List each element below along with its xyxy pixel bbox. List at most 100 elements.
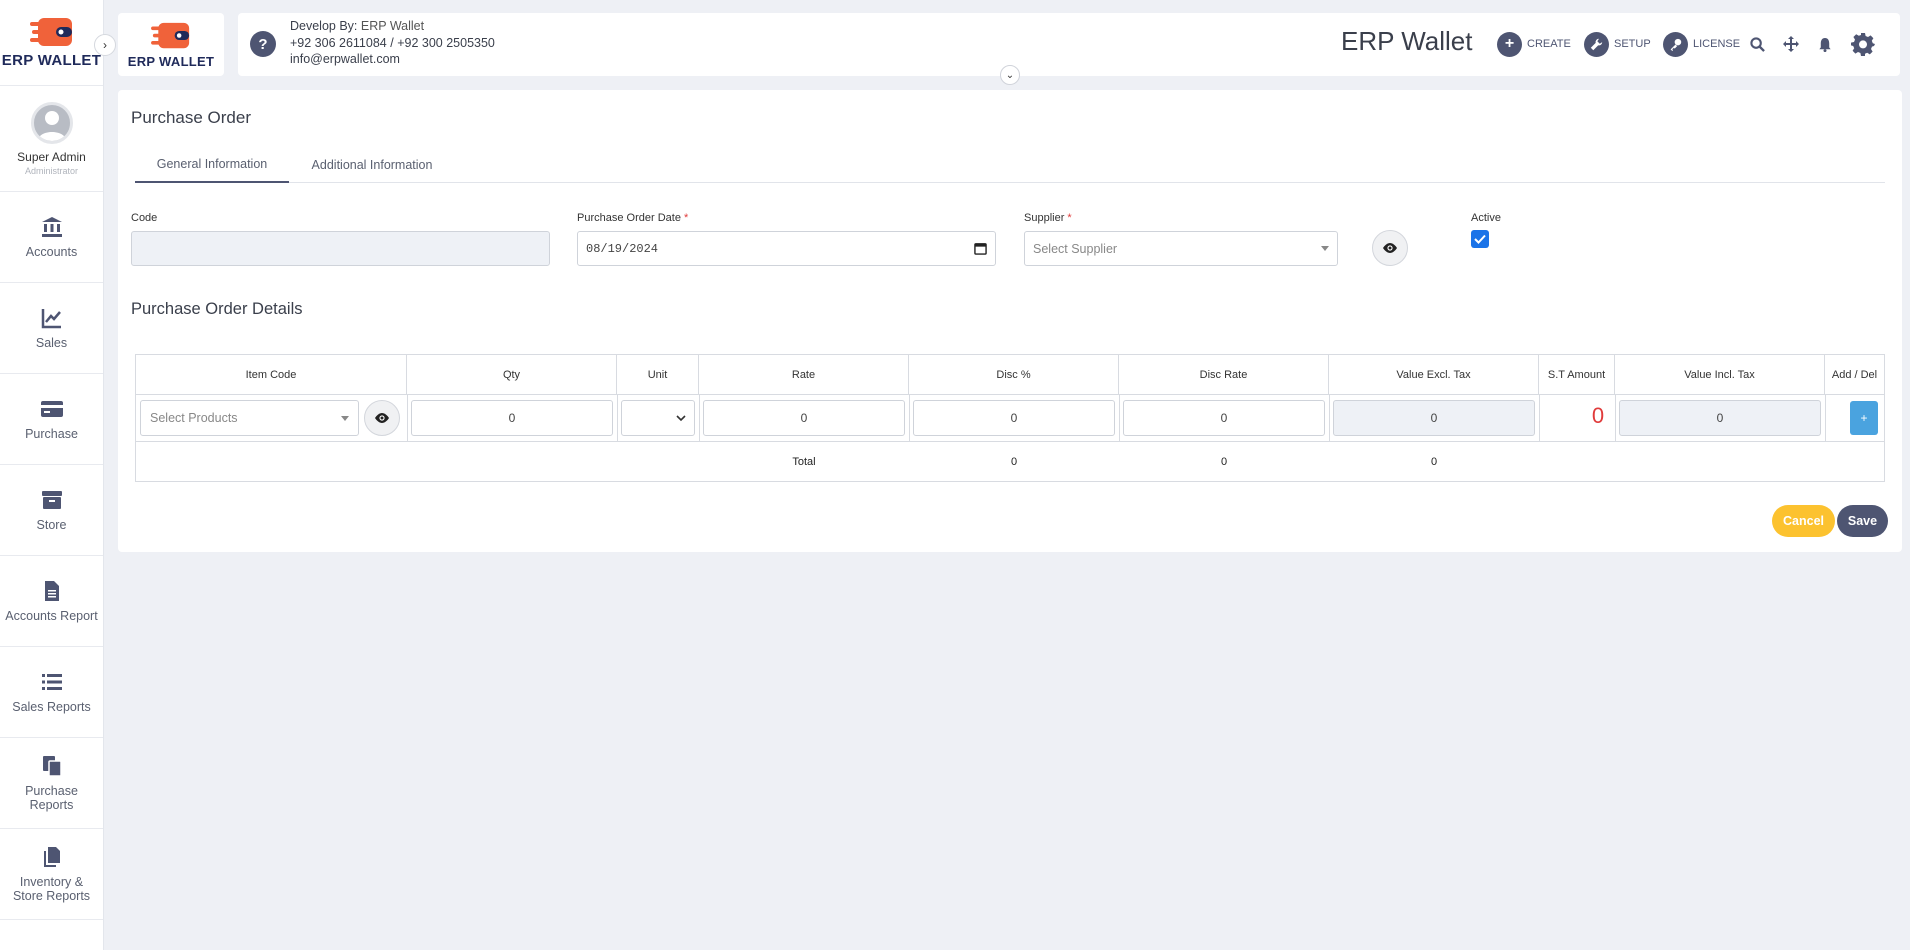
date-value: 08/19/2024 xyxy=(586,241,659,256)
disc-pct-input[interactable]: 0 xyxy=(913,400,1115,436)
sidebar-item-accounts[interactable]: Accounts xyxy=(0,192,103,283)
purchase-order-date-label: Purchase Order Date * xyxy=(577,212,688,224)
move-arrows-icon[interactable] xyxy=(1782,35,1800,53)
active-checkbox[interactable] xyxy=(1471,230,1489,248)
date-label-text: Purchase Order Date xyxy=(577,212,681,224)
dev-email: info@erpwallet.com xyxy=(290,52,400,66)
col-divider xyxy=(909,395,910,441)
purchase-order-details-table: Item Code Qty Unit Rate Disc % Disc Rate… xyxy=(135,354,1885,482)
dev-name: ERP Wallet xyxy=(360,19,425,33)
product-placeholder: Select Products xyxy=(150,411,238,425)
form-tabs: General Information Additional Informati… xyxy=(135,147,1885,183)
header-brand[interactable]: ERP WALLET xyxy=(118,13,224,76)
sidebar-item-accounts-report[interactable]: Accounts Report xyxy=(0,556,103,647)
value-incl-tax-input: 0 xyxy=(1619,400,1821,436)
file-text-icon xyxy=(44,581,59,601)
unit-select[interactable] xyxy=(621,400,695,436)
bank-icon xyxy=(41,217,62,237)
view-product-button[interactable] xyxy=(364,400,400,436)
th-rate: Rate xyxy=(699,355,909,395)
bell-icon[interactable] xyxy=(1816,35,1834,53)
sidebar-item-store[interactable]: Store xyxy=(0,465,103,556)
disc-rate-input[interactable]: 0 xyxy=(1123,400,1325,436)
search-icon[interactable] xyxy=(1748,35,1766,53)
page-title: Purchase Order xyxy=(131,108,251,127)
sidebar-item-label: Inventory & Store Reports xyxy=(12,875,91,903)
gear-icon[interactable] xyxy=(1850,31,1876,57)
sidebar-item-label: Store xyxy=(36,518,67,532)
purchase-order-date-input[interactable]: 08/19/2024 xyxy=(577,231,996,266)
save-button[interactable]: Save xyxy=(1837,505,1888,537)
wrench-icon xyxy=(1584,31,1609,57)
sidebar-logo[interactable]: ERP WALLET xyxy=(0,0,103,86)
product-select[interactable]: Select Products xyxy=(140,400,359,436)
chevron-right-icon: › xyxy=(103,38,107,52)
user-profile[interactable]: Super Admin Administrator xyxy=(0,86,103,192)
total-disc-rate: 0 xyxy=(1220,456,1228,468)
sidebar-item-label: Accounts xyxy=(25,245,78,259)
sidebar-item-label: Sales Reports xyxy=(12,700,91,714)
tab-general-information[interactable]: General Information xyxy=(135,147,289,183)
create-label: CREATE xyxy=(1527,38,1571,50)
create-button[interactable]: + CREATE xyxy=(1497,30,1571,58)
sidebar-item-purchase[interactable]: Purchase xyxy=(0,374,103,465)
plus-icon: + xyxy=(1497,31,1522,57)
sidebar-item-label: Accounts Report xyxy=(5,609,98,623)
th-add-del: Add / Del xyxy=(1825,355,1884,395)
col-divider xyxy=(617,395,618,441)
caret-down-icon xyxy=(341,415,349,421)
th-value-excl-tax: Value Excl. Tax xyxy=(1329,355,1539,395)
total-label: Total xyxy=(792,456,816,468)
dev-phone-separator: / xyxy=(390,35,394,50)
cancel-button[interactable]: Cancel xyxy=(1772,505,1835,537)
active-label: Active xyxy=(1471,212,1501,224)
code-label: Code xyxy=(131,212,158,224)
header-collapse-button[interactable]: ⌄ xyxy=(1000,65,1020,85)
sidebar-item-sales[interactable]: Sales xyxy=(0,283,103,374)
header-title: ERP Wallet xyxy=(1341,26,1473,56)
copy-files-icon xyxy=(42,756,62,777)
sidebar-toggle-button[interactable]: › xyxy=(94,34,116,56)
th-disc-pct: Disc % xyxy=(909,355,1119,395)
caret-down-icon xyxy=(1321,246,1329,251)
sidebar-item-inventory-store-reports[interactable]: Inventory & Store Reports xyxy=(0,829,103,920)
th-st-amount: S.T Amount xyxy=(1539,355,1615,395)
required-mark: * xyxy=(684,212,689,224)
total-value-excl: 0 xyxy=(1430,456,1438,468)
sidebar-item-sales-reports[interactable]: Sales Reports xyxy=(0,647,103,738)
check-icon xyxy=(1474,234,1486,244)
supplier-select[interactable]: Select Supplier xyxy=(1024,231,1338,266)
rate-input[interactable]: 0 xyxy=(703,400,905,436)
add-row-button[interactable]: + xyxy=(1850,401,1878,435)
col-divider xyxy=(1329,395,1330,441)
license-button[interactable]: LICENSE xyxy=(1663,30,1740,58)
eye-icon xyxy=(1383,243,1397,253)
qty-input[interactable]: 0 xyxy=(411,400,613,436)
col-divider xyxy=(407,395,408,441)
view-supplier-button[interactable] xyxy=(1372,230,1408,266)
code-input[interactable] xyxy=(131,231,550,266)
tab-additional-information[interactable]: Additional Information xyxy=(289,147,455,183)
calendar-icon[interactable] xyxy=(974,242,987,255)
col-divider xyxy=(1825,395,1826,441)
dev-phone-1: +92 306 2611084 xyxy=(290,35,387,50)
sidebar-item-purchase-reports[interactable]: Purchase Reports xyxy=(0,738,103,829)
license-label: LICENSE xyxy=(1693,38,1741,50)
sidebar-item-label: Purchase Reports xyxy=(25,784,78,812)
purchase-order-form: Purchase Order General Information Addit… xyxy=(118,90,1902,552)
user-icon xyxy=(37,110,66,141)
top-header: ? Develop By: ERP Wallet +92 306 2611084… xyxy=(238,13,1900,76)
sidebar: ERP WALLET Super Admin Administrator Acc… xyxy=(0,0,104,950)
th-disc-rate: Disc Rate xyxy=(1119,355,1329,395)
supplier-placeholder: Select Supplier xyxy=(1033,241,1118,256)
chart-line-icon xyxy=(41,309,61,329)
value-excl-tax-input: 0 xyxy=(1333,400,1535,436)
col-divider xyxy=(1539,395,1540,441)
dev-phone-2: +92 300 2505350 xyxy=(397,35,495,50)
setup-button[interactable]: SETUP xyxy=(1584,30,1651,58)
help-icon[interactable]: ? xyxy=(250,31,276,57)
supplier-label: Supplier * xyxy=(1024,212,1072,224)
erp-wallet-logo-icon xyxy=(151,22,190,48)
sidebar-item-label: Sales xyxy=(35,336,68,350)
required-mark: * xyxy=(1067,212,1072,224)
